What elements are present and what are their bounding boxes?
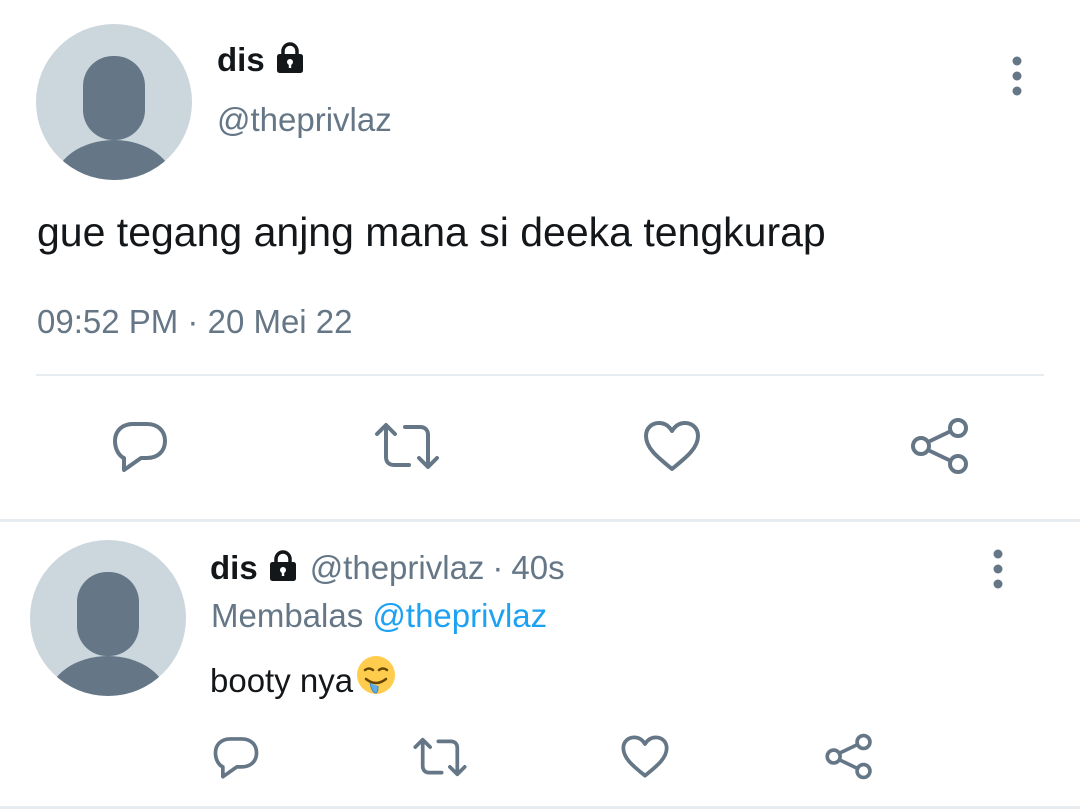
date[interactable]: 20 Mei 22	[208, 303, 353, 340]
reply-icon	[111, 418, 169, 479]
default-avatar-icon	[48, 572, 168, 696]
lock-icon	[266, 549, 300, 588]
more-vertical-icon[interactable]	[984, 549, 1012, 594]
tweet-text: gue tegang anjng mana si deeka tengkurap	[37, 209, 826, 255]
reply-text: booty nya	[210, 654, 397, 707]
timestamp[interactable]: 09:52 PM	[37, 303, 178, 340]
share-button[interactable]	[908, 417, 972, 480]
lock-icon	[273, 41, 307, 80]
reply-display-name[interactable]: dis	[210, 546, 258, 590]
replying-label: Membalas	[211, 597, 364, 634]
reply-age: 40s	[511, 549, 565, 586]
more-vertical-icon[interactable]	[1003, 56, 1031, 101]
like-button[interactable]	[640, 418, 704, 478]
avatar[interactable]	[36, 24, 192, 180]
tweet-meta: 09:52 PM · 20 Mei 22	[37, 300, 353, 344]
mention-link[interactable]: @theprivlaz	[372, 597, 547, 634]
retweet-icon	[373, 421, 441, 476]
reply-author-row: dis @theprivlaz · 40s	[210, 546, 565, 590]
reply-retweet-button[interactable]	[411, 734, 469, 784]
reply-text-content: booty nya	[210, 661, 354, 699]
reply-like-button[interactable]	[619, 734, 671, 784]
tweet-thread: dis @theprivlaz gue tegang anjng mana si…	[0, 0, 1080, 810]
default-avatar-icon	[54, 56, 174, 180]
share-icon	[824, 733, 874, 785]
reply-separator: ·	[492, 549, 504, 586]
replying-to: Membalas @theprivlaz	[211, 594, 547, 638]
section-divider	[0, 519, 1080, 522]
heart-icon	[620, 734, 670, 784]
retweet-button[interactable]	[372, 418, 442, 478]
heart-icon	[642, 419, 702, 478]
share-icon	[909, 417, 971, 480]
retweet-icon	[412, 736, 468, 783]
author-row: dis	[217, 38, 307, 82]
reply-button[interactable]	[110, 418, 170, 478]
reply-icon	[212, 734, 260, 785]
reply-share-button[interactable]	[823, 733, 875, 785]
display-name[interactable]: dis	[217, 38, 265, 82]
reply-handle[interactable]: @theprivlaz	[310, 546, 485, 590]
reply-reply-button[interactable]	[210, 734, 262, 784]
meta-separator: ·	[187, 303, 199, 340]
reply-avatar[interactable]	[30, 540, 186, 696]
bottom-divider	[0, 806, 1080, 809]
drooling-face-emoji	[355, 654, 397, 707]
divider	[36, 374, 1044, 376]
handle[interactable]: @theprivlaz	[217, 98, 392, 142]
